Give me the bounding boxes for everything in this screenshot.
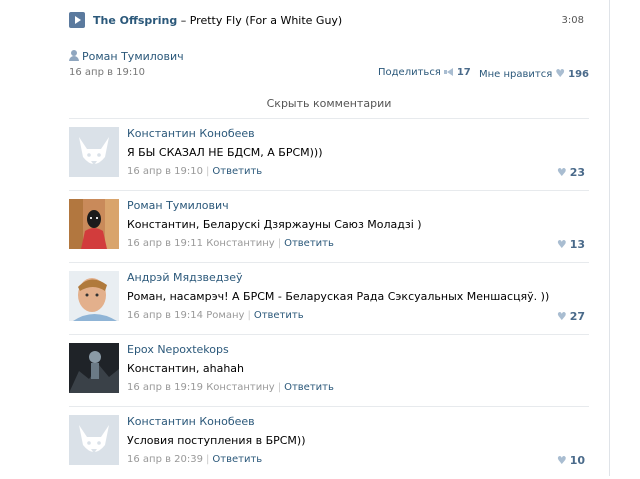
heart-icon: ♥ bbox=[556, 310, 567, 323]
person-icon bbox=[69, 50, 79, 61]
comment-author[interactable]: Андрэй Мядзведзеў bbox=[127, 271, 243, 284]
track-title[interactable]: The Offspring – Pretty Fly (For a White … bbox=[93, 14, 342, 27]
heart-icon: ♥ bbox=[555, 67, 566, 80]
comment-item: Константин Конобеев Условия поступления … bbox=[69, 406, 589, 479]
comment-meta: 16 апр в 19:11 Константину | Ответить bbox=[127, 238, 334, 249]
hide-comments-link[interactable]: Скрыть комментарии bbox=[69, 97, 589, 110]
audio-track: The Offspring – Pretty Fly (For a White … bbox=[69, 12, 589, 32]
comment-like-button[interactable]: ♥ 13 bbox=[554, 238, 585, 251]
comment-text: Условия поступления в БРСМ)) bbox=[127, 434, 306, 447]
meta-separator: | bbox=[277, 238, 282, 249]
reply-to[interactable]: Роману bbox=[206, 310, 244, 321]
reply-button[interactable]: Ответить bbox=[284, 382, 334, 393]
like-label[interactable]: Мне нравится bbox=[479, 69, 552, 80]
meta-separator: | bbox=[206, 454, 210, 465]
dark-photo bbox=[69, 343, 119, 393]
comment-item: Андрэй Мядзведзеў Роман, насамрэч! А БРС… bbox=[69, 262, 589, 335]
comment-date[interactable]: 16 апр в 19:14 bbox=[127, 310, 203, 321]
post-date[interactable]: 16 апр в 19:10 bbox=[69, 67, 145, 78]
reply-to[interactable]: Константину bbox=[206, 382, 275, 393]
meta-separator: | bbox=[206, 166, 210, 177]
heart-icon: ♥ bbox=[556, 166, 567, 179]
comment-meta: 16 апр в 19:19 Константину | Ответить bbox=[127, 382, 334, 393]
comment-author[interactable]: Константин Конобеев bbox=[127, 415, 255, 428]
comment-text: Константин, Беларускі Дзяржауны Саюз Мол… bbox=[127, 218, 422, 231]
reply-button[interactable]: Ответить bbox=[284, 238, 334, 249]
avatar[interactable] bbox=[69, 415, 119, 465]
avatar[interactable] bbox=[69, 127, 119, 177]
masked-person-photo bbox=[69, 199, 119, 249]
comment-date[interactable]: 16 апр в 19:19 bbox=[127, 382, 203, 393]
track-artist[interactable]: The Offspring bbox=[93, 14, 177, 27]
avatar[interactable] bbox=[69, 343, 119, 393]
comment-like-button[interactable]: ♥ 10 bbox=[554, 454, 585, 467]
meta-separator: | bbox=[247, 310, 251, 321]
reply-button[interactable]: Ответить bbox=[212, 454, 262, 465]
comment-text: Я БЫ СКАЗАЛ НЕ БДСМ, А БРСМ))) bbox=[127, 146, 323, 159]
reply-button[interactable]: Ответить bbox=[254, 310, 304, 321]
comment-item: Epox Nepoxtekops Константин, ahahah 16 а… bbox=[69, 334, 589, 407]
reply-to[interactable]: Константину bbox=[206, 238, 275, 249]
like-button[interactable]: Мне нравится ♥ 196 bbox=[479, 67, 589, 80]
share-button[interactable]: Поделиться 17 bbox=[378, 67, 471, 78]
comment-author[interactable]: Роман Тумилович bbox=[127, 199, 229, 212]
comment-author[interactable]: Epox Nepoxtekops bbox=[127, 343, 229, 356]
heart-icon: ♥ bbox=[556, 454, 567, 467]
heart-icon: ♥ bbox=[556, 238, 567, 251]
comment-like-button[interactable]: ♥ 23 bbox=[554, 166, 585, 179]
play-icon[interactable] bbox=[69, 12, 85, 28]
comment-text: Роман, насамрэч! А БРСМ - Беларуская Рад… bbox=[127, 290, 550, 303]
comment-date[interactable]: 16 апр в 19:10 bbox=[127, 166, 203, 177]
comment-item: Константин Конобеев Я БЫ СКАЗАЛ НЕ БДСМ,… bbox=[69, 118, 589, 191]
dog-avatar-icon bbox=[69, 127, 119, 177]
comment-text: Константин, ahahah bbox=[127, 362, 244, 375]
comment-like-button[interactable]: ♥ 27 bbox=[554, 310, 585, 323]
share-label[interactable]: Поделиться bbox=[378, 67, 441, 78]
avatar[interactable] bbox=[69, 271, 119, 321]
dog-avatar-icon bbox=[69, 415, 119, 465]
comment-author[interactable]: Константин Конобеев bbox=[127, 127, 255, 140]
post-author[interactable]: Роман Тумилович bbox=[69, 50, 184, 63]
comment-item: Роман Тумилович Константин, Беларускі Дз… bbox=[69, 190, 589, 263]
megaphone-icon bbox=[443, 68, 454, 76]
meta-separator: | bbox=[277, 382, 282, 393]
track-duration: 3:08 bbox=[561, 15, 584, 26]
comment-date[interactable]: 16 апр в 19:11 bbox=[127, 238, 203, 249]
like-count: 196 bbox=[568, 69, 589, 80]
comment-like-count: 23 bbox=[569, 166, 585, 179]
page-right-border bbox=[609, 0, 610, 476]
comment-meta: 16 апр в 19:10 | Ответить bbox=[127, 166, 262, 177]
comment-meta: 16 апр в 20:39 | Ответить bbox=[127, 454, 262, 465]
comment-like-count: 13 bbox=[569, 238, 585, 251]
comment-like-count: 10 bbox=[569, 454, 585, 467]
avatar[interactable] bbox=[69, 199, 119, 249]
track-separator: – bbox=[177, 14, 190, 27]
comment-date[interactable]: 16 апр в 20:39 bbox=[127, 454, 203, 465]
share-count: 17 bbox=[456, 67, 471, 78]
post-author-name[interactable]: Роман Тумилович bbox=[82, 50, 184, 63]
reply-button[interactable]: Ответить bbox=[212, 166, 262, 177]
comment-meta: 16 апр в 19:14 Роману | Ответить bbox=[127, 310, 304, 321]
face-photo bbox=[69, 271, 119, 321]
track-name: Pretty Fly (For a White Guy) bbox=[189, 14, 343, 27]
comment-like-count: 27 bbox=[569, 310, 585, 323]
